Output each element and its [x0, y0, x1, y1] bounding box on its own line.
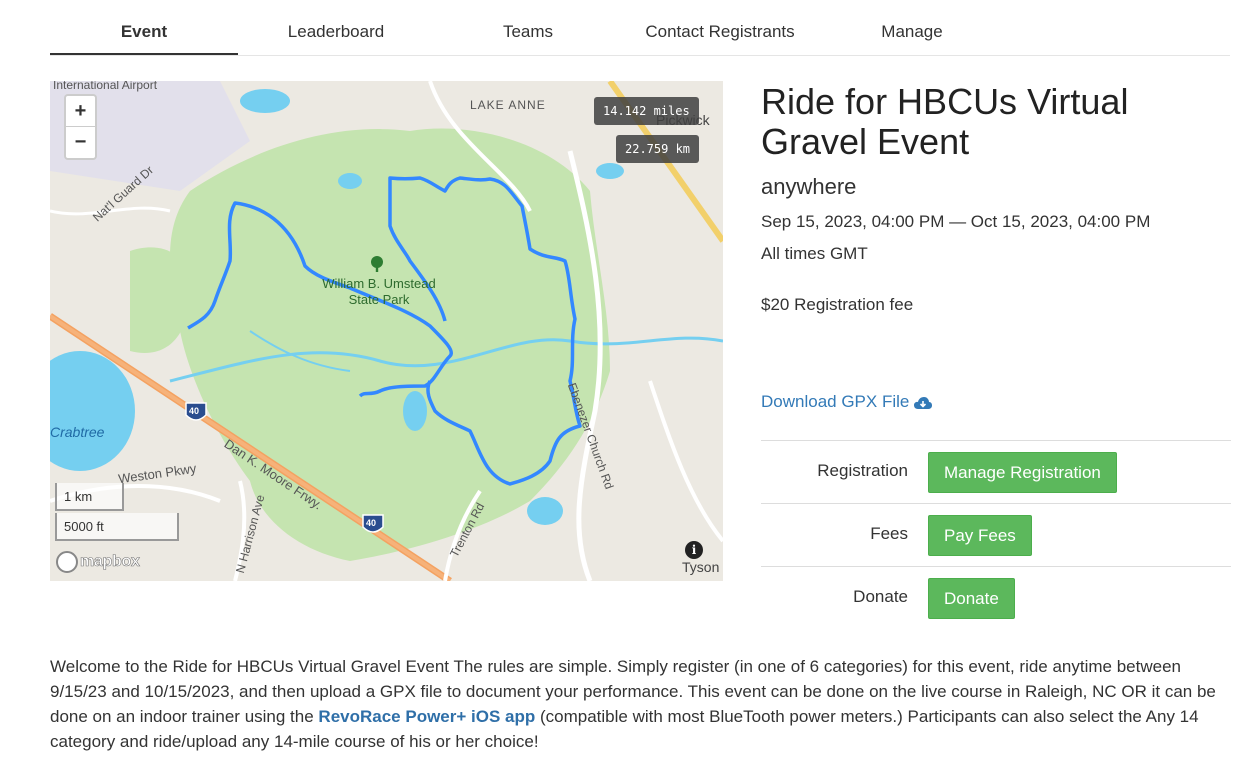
map-label-park: William B. Umstead State Park: [322, 276, 436, 307]
action-row-registration: Registration Manage Registration: [761, 440, 1231, 503]
event-tabs: Event Leaderboard Teams Contact Registra…: [50, 10, 1230, 56]
action-row-donate: Donate Donate: [761, 566, 1231, 629]
event-location: anywhere: [761, 174, 857, 199]
tab-manage[interactable]: Manage: [816, 10, 1008, 55]
cloud-download-icon: [914, 396, 933, 409]
mapbox-logo-icon: [56, 551, 78, 573]
mapbox-logo-text: mapbox: [80, 553, 140, 571]
scale-bar-ft: 5000 ft: [55, 513, 179, 541]
tab-leaderboard[interactable]: Leaderboard: [240, 10, 432, 55]
zoom-out-button[interactable]: −: [66, 127, 95, 158]
pay-fees-button[interactable]: Pay Fees: [928, 515, 1032, 556]
donate-button[interactable]: Donate: [928, 578, 1015, 619]
map-label-crabtree: Crabtree: [50, 424, 105, 440]
interstate-shield-1: 40: [189, 406, 200, 416]
mapbox-logo[interactable]: mapbox: [56, 551, 140, 573]
registration-fee: $20 Registration fee: [761, 295, 914, 314]
action-row-fees: Fees Pay Fees: [761, 503, 1231, 566]
event-dates: Sep 15, 2023, 04:00 PM — Oct 15, 2023, 0…: [761, 212, 1151, 231]
map-label-lake-anne: LAKE ANNE: [470, 98, 546, 112]
event-actions: Registration Manage Registration Fees Pa…: [761, 440, 1231, 629]
zoom-in-button[interactable]: +: [66, 96, 95, 127]
event-title: Ride for HBCUs Virtual Gravel Event: [761, 81, 1129, 162]
scale-bar-km: 1 km: [55, 483, 124, 511]
tab-teams[interactable]: Teams: [432, 10, 624, 55]
distance-miles-label: 14.142 miles: [594, 97, 699, 125]
route-map[interactable]: International Airport LAKE ANNE Pickwick…: [50, 81, 723, 581]
revorace-app-link[interactable]: RevoRace Power+ iOS app: [318, 707, 535, 726]
event-description: Welcome to the Ride for HBCUs Virtual Gr…: [50, 654, 1235, 754]
zoom-control: + −: [64, 94, 97, 160]
download-gpx-link[interactable]: Download GPX File: [761, 392, 933, 412]
download-gpx-label: Download GPX File: [761, 392, 910, 411]
tab-event[interactable]: Event: [50, 10, 238, 55]
donate-label: Donate: [853, 587, 908, 606]
manage-registration-button[interactable]: Manage Registration: [928, 452, 1117, 493]
info-icon[interactable]: i: [685, 541, 703, 559]
registration-label: Registration: [817, 461, 908, 480]
interstate-shield-2: 40: [366, 518, 377, 528]
map-label-airport: International Airport: [53, 81, 158, 92]
event-timezone: All times GMT: [761, 244, 868, 263]
tab-contact-registrants[interactable]: Contact Registrants: [624, 10, 816, 55]
fees-label: Fees: [870, 524, 908, 543]
map-label-tyson: Tyson: [682, 559, 720, 575]
distance-km-label: 22.759 km: [616, 135, 700, 163]
